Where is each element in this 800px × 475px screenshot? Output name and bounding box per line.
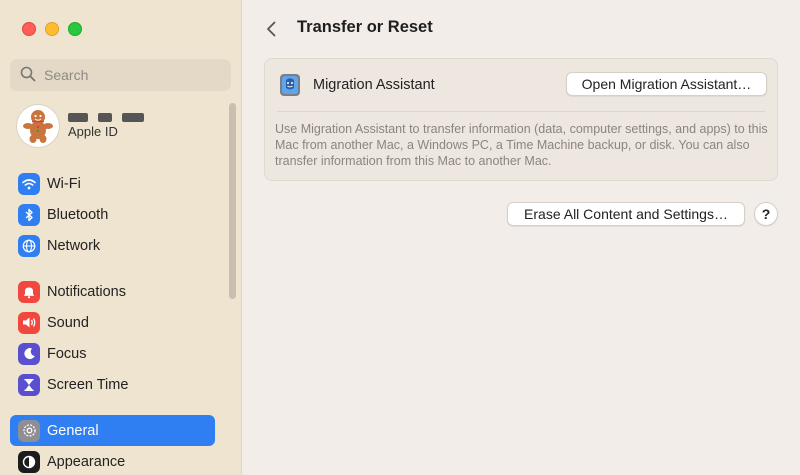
moon-icon — [18, 342, 40, 365]
minimize-window-button[interactable] — [45, 22, 59, 36]
appearance-icon — [18, 450, 40, 473]
speaker-icon — [18, 311, 40, 334]
window-controls — [22, 22, 82, 36]
back-button[interactable] — [262, 19, 282, 39]
apple-id-profile[interactable]: Apple ID — [16, 104, 144, 148]
sidebar-item-label: Screen Time — [47, 376, 129, 393]
sidebar-item-network[interactable]: Network — [10, 230, 215, 261]
sidebar-item-general[interactable]: General — [10, 415, 215, 446]
system-settings-window: Apple ID Wi-Fi Bluetooth Network — [0, 0, 800, 475]
sidebar-item-label: Bluetooth — [47, 206, 109, 223]
sidebar-item-notifications[interactable]: Notifications — [10, 276, 215, 307]
sidebar-item-sound[interactable]: Sound — [10, 307, 215, 338]
sidebar-item-label: Focus — [47, 345, 87, 362]
hourglass-icon — [18, 373, 40, 396]
zoom-window-button[interactable] — [68, 22, 82, 36]
open-migration-assistant-button[interactable]: Open Migration Assistant… — [566, 72, 767, 96]
page-title: Transfer or Reset — [297, 18, 433, 36]
migration-assistant-label: Migration Assistant — [313, 77, 435, 93]
sidebar-item-wifi[interactable]: Wi-Fi — [10, 168, 215, 199]
nav-group-network: Wi-Fi Bluetooth Network — [10, 168, 215, 261]
divider — [277, 111, 765, 112]
bluetooth-icon — [18, 203, 40, 226]
gingerbread-avatar-icon — [16, 104, 60, 148]
sidebar-item-label: Appearance — [47, 453, 126, 470]
chevron-left-icon — [267, 21, 276, 37]
redacted-name — [68, 113, 144, 122]
apple-id-label: Apple ID — [68, 124, 118, 139]
close-window-button[interactable] — [22, 22, 36, 36]
wifi-icon — [18, 172, 40, 195]
migration-description: Use Migration Assistant to transfer info… — [275, 122, 768, 168]
search-input[interactable] — [44, 67, 224, 83]
gear-icon — [18, 419, 40, 442]
search-field[interactable] — [10, 59, 231, 91]
sidebar-scrollbar[interactable] — [229, 103, 236, 299]
sidebar-item-focus[interactable]: Focus — [10, 338, 215, 369]
help-button[interactable]: ? — [754, 202, 778, 226]
sidebar-item-bluetooth[interactable]: Bluetooth — [10, 199, 215, 230]
nav-group-notifications: Notifications Sound Focus Screen Time — [10, 276, 215, 400]
globe-icon — [18, 234, 40, 257]
sidebar-item-label: Network — [47, 237, 101, 254]
sidebar-item-label: Wi-Fi — [47, 175, 81, 192]
sidebar-item-appearance[interactable]: Appearance — [10, 446, 215, 475]
sidebar: Apple ID Wi-Fi Bluetooth Network — [0, 0, 242, 475]
migration-assistant-icon — [277, 72, 303, 98]
search-icon — [20, 66, 36, 85]
erase-all-content-button[interactable]: Erase All Content and Settings… — [507, 202, 745, 226]
bell-icon — [18, 280, 40, 303]
sidebar-item-label: Notifications — [47, 283, 126, 300]
sidebar-item-label: General — [47, 422, 99, 439]
migration-card: Migration Assistant Open Migration Assis… — [264, 58, 778, 181]
nav-group-general: General Appearance — [10, 415, 215, 475]
sidebar-item-screen-time[interactable]: Screen Time — [10, 369, 215, 400]
sidebar-item-label: Sound — [47, 314, 89, 331]
